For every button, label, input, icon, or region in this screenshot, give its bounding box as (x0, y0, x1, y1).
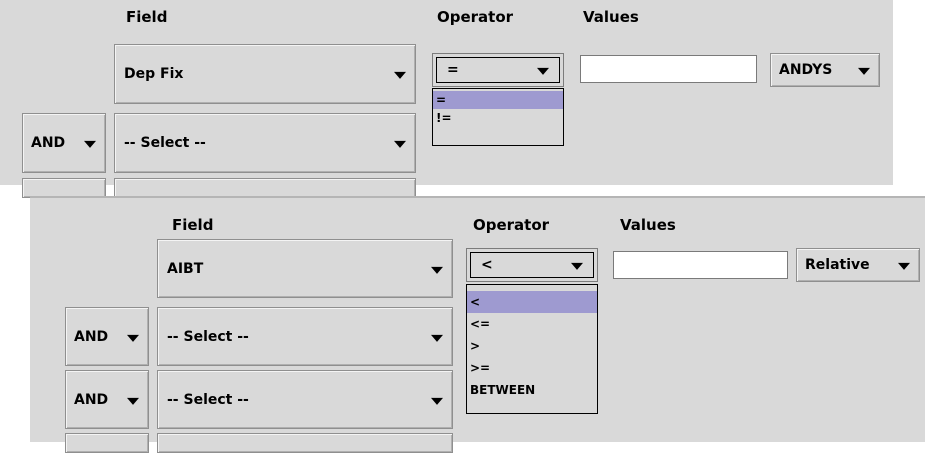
operator-option[interactable]: BETWEEN (467, 379, 597, 401)
mode-select[interactable]: Relative (796, 248, 920, 282)
field-select-value: -- Select -- (167, 391, 249, 408)
operator-option[interactable]: = (433, 91, 563, 109)
values-input[interactable] (580, 55, 757, 83)
chevron-down-icon (537, 67, 549, 75)
field-select-partial[interactable] (157, 433, 453, 453)
operator-header: Operator (473, 216, 550, 234)
field-select-partial[interactable] (114, 178, 416, 198)
chevron-down-icon (127, 397, 139, 405)
values-header: Values (583, 8, 639, 26)
field-select-value: -- Select -- (167, 328, 249, 345)
chevron-down-icon (571, 262, 583, 270)
field-select-value: Dep Fix (124, 66, 184, 82)
field-select[interactable]: Dep Fix (114, 44, 416, 104)
operator-dropdown-list: = != (432, 88, 564, 146)
operator-dropdown-list: < <= > >= BETWEEN (466, 284, 598, 414)
values-input[interactable] (613, 251, 788, 279)
operator-option[interactable]: > (467, 335, 597, 357)
chevron-down-icon (394, 71, 406, 79)
chevron-down-icon (394, 140, 406, 148)
conjunction-select-value: AND (74, 391, 109, 408)
conjunction-select-value: AND (31, 135, 66, 151)
chevron-down-icon (898, 262, 910, 270)
chevron-down-icon (431, 334, 443, 342)
operator-select-value: < (481, 257, 493, 273)
values-header: Values (620, 216, 676, 234)
operator-option[interactable]: != (433, 109, 563, 127)
chevron-down-icon (127, 334, 139, 342)
field-header: Field (126, 8, 168, 26)
chevron-down-icon (431, 266, 443, 274)
operator-option[interactable]: <= (467, 313, 597, 335)
field-select-value: -- Select -- (124, 135, 206, 151)
chevron-down-icon (431, 397, 443, 405)
field-select[interactable]: -- Select -- (157, 370, 453, 429)
field-header: Field (172, 216, 214, 234)
chevron-down-icon (84, 140, 96, 148)
operator-select[interactable]: = (432, 53, 564, 87)
conjunction-select-value: AND (74, 328, 109, 345)
operator-option[interactable]: < (467, 291, 597, 313)
conjunction-select[interactable]: AND (65, 307, 149, 366)
filter-panel-top: Field Operator Values Dep Fix = = != AND… (0, 0, 893, 198)
chevron-down-icon (858, 67, 870, 75)
operator-select[interactable]: < (466, 248, 598, 282)
field-select-value: AIBT (167, 260, 204, 277)
conjunction-select[interactable]: AND (22, 113, 106, 173)
field-select[interactable]: -- Select -- (114, 113, 416, 173)
conjunction-select-partial[interactable] (65, 433, 149, 453)
operator-header: Operator (437, 8, 514, 26)
conjunction-select-partial[interactable] (22, 178, 106, 198)
field-select[interactable]: AIBT (157, 239, 453, 298)
operator-select-value: = (447, 62, 459, 78)
operator-option[interactable]: >= (467, 357, 597, 379)
filter-panel-bottom: Field Operator Values AIBT < < <= > >= B… (30, 196, 925, 453)
mode-select-value: ANDYS (779, 62, 833, 78)
field-select[interactable]: -- Select -- (157, 307, 453, 366)
mode-select-value: Relative (805, 257, 870, 273)
conjunction-select[interactable]: AND (65, 370, 149, 429)
mode-select[interactable]: ANDYS (770, 53, 880, 87)
